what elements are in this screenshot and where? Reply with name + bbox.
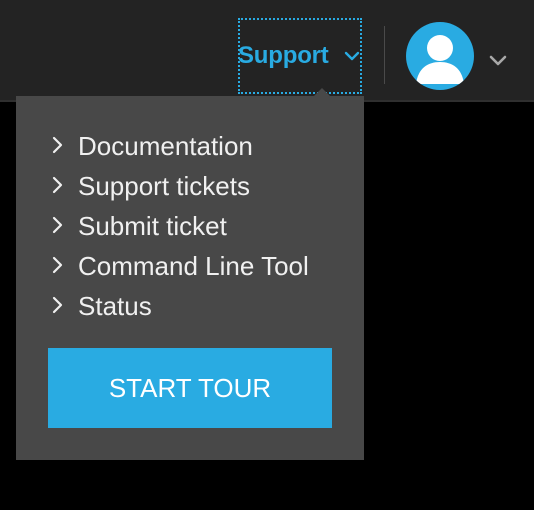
menu-item-label: Support tickets: [78, 171, 250, 201]
menu-item-documentation[interactable]: Documentation: [50, 132, 309, 172]
user-avatar[interactable]: [406, 22, 474, 90]
header-divider: [384, 26, 385, 84]
support-menu-list: Documentation Support tickets Submit tic…: [50, 132, 309, 332]
menu-item-command-line-tool[interactable]: Command Line Tool: [50, 252, 309, 292]
user-icon: [416, 35, 464, 84]
chevron-right-icon: [52, 216, 63, 234]
menu-item-status[interactable]: Status: [50, 292, 309, 332]
support-label: Support: [238, 42, 329, 69]
chevron-right-icon: [52, 296, 63, 314]
support-dropdown-menu: Documentation Support tickets Submit tic…: [16, 96, 364, 460]
chevron-down-icon[interactable]: [488, 53, 508, 67]
menu-item-submit-ticket[interactable]: Submit ticket: [50, 212, 309, 252]
menu-item-label: Status: [78, 291, 152, 321]
top-navigation-bar: Support: [0, 0, 534, 102]
menu-item-label: Documentation: [78, 131, 253, 161]
menu-item-label: Submit ticket: [78, 211, 227, 241]
chevron-right-icon: [52, 256, 63, 274]
chevron-down-icon: [344, 51, 360, 61]
chevron-right-icon: [52, 176, 63, 194]
menu-item-support-tickets[interactable]: Support tickets: [50, 172, 309, 212]
menu-item-label: Command Line Tool: [78, 251, 309, 281]
support-menu-toggle[interactable]: Support: [238, 18, 362, 94]
chevron-right-icon: [52, 136, 63, 154]
start-tour-button[interactable]: START TOUR: [48, 348, 332, 428]
